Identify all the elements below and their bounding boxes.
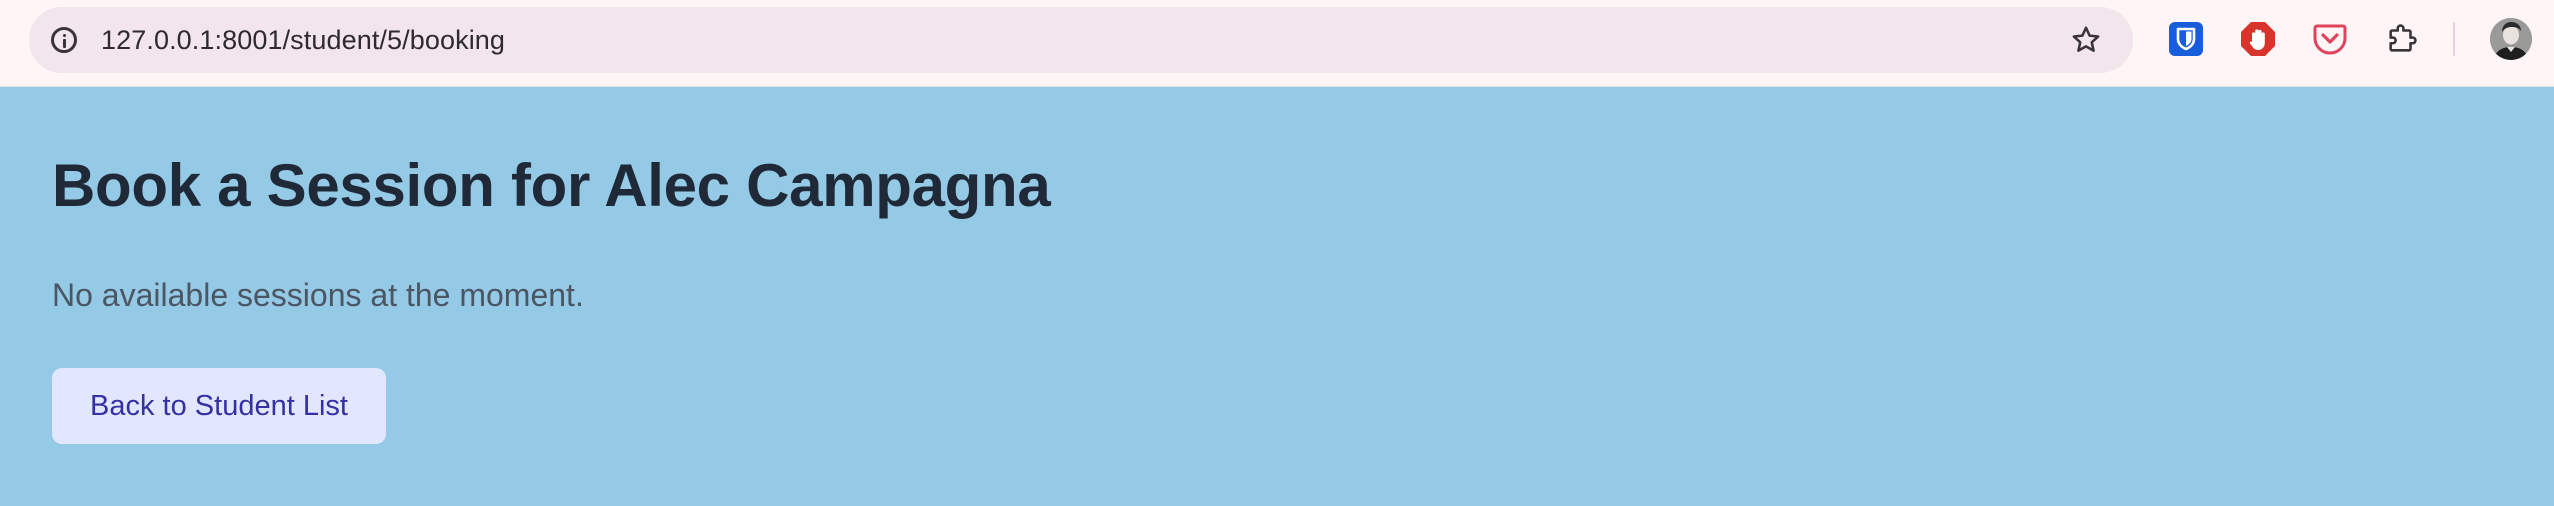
avatar[interactable]	[2490, 18, 2532, 60]
page-content: Book a Session for Alec Campagna No avai…	[0, 87, 2554, 506]
pocket-icon[interactable]	[2311, 20, 2349, 58]
empty-state-message: No available sessions at the moment.	[52, 277, 584, 313]
address-bar[interactable]: 127.0.0.1:8001/student/5/booking	[29, 7, 2133, 73]
adblock-icon[interactable]	[2239, 20, 2277, 58]
extensions-puzzle-icon[interactable]	[2383, 20, 2421, 58]
browser-toolbar: 127.0.0.1:8001/student/5/booking	[0, 0, 2554, 87]
info-icon[interactable]	[43, 19, 85, 61]
toolbar-divider	[2453, 22, 2455, 56]
bitwarden-icon[interactable]	[2167, 20, 2205, 58]
url-text[interactable]: 127.0.0.1:8001/student/5/booking	[101, 7, 505, 73]
page-title: Book a Session for Alec Campagna	[52, 152, 1051, 219]
back-to-student-list-button[interactable]: Back to Student List	[52, 368, 386, 444]
star-icon[interactable]	[2069, 23, 2103, 57]
